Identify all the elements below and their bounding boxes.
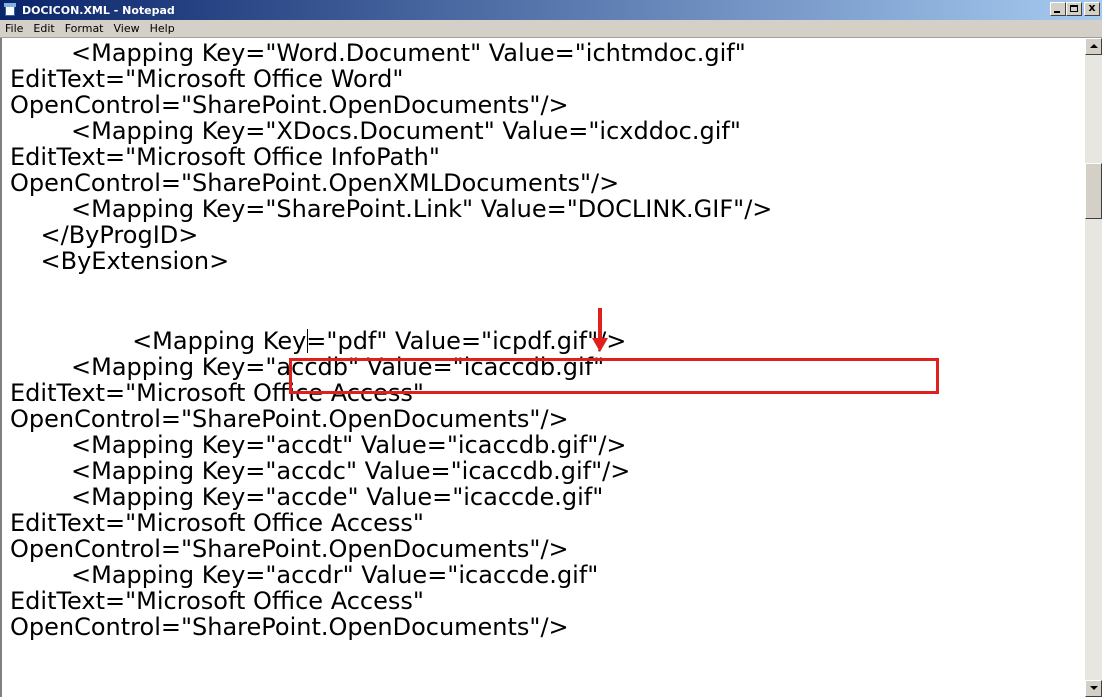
text-line: <Mapping Key="accdr" Value="icaccde.gif" — [10, 561, 599, 589]
text-line: <ByExtension> — [10, 247, 230, 275]
text-line: OpenControl="SharePoint.OpenXMLDocuments… — [10, 169, 620, 197]
text-line: <Mapping Key="SharePoint.Link" Value="DO… — [10, 195, 773, 223]
text-line: <Mapping Key="accdc" Value="icaccdb.gif"… — [10, 457, 631, 485]
scroll-up-arrow-icon — [1090, 44, 1098, 48]
text-line: OpenControl="SharePoint.OpenDocuments"/> — [10, 613, 569, 641]
caption-buttons: x — [1050, 1, 1100, 16]
text-line: OpenControl="SharePoint.OpenDocuments"/> — [10, 91, 569, 119]
text-line: </ByProgID> — [10, 221, 199, 249]
notepad-window: DOCICON.XML - Notepad x File Edit Format… — [0, 0, 1102, 697]
text-line: <Mapping Key="accdt" Value="icaccdb.gif"… — [10, 431, 627, 459]
highlighted-text-line: <Mapping Key="pdf" Value="icpdf.gif"/> — [10, 327, 627, 355]
text-line: <Mapping Key="XDocs.Document" Value="icx… — [10, 117, 741, 145]
menu-bar: File Edit Format View Help — [0, 20, 1102, 38]
text-line: EditText="Microsoft Office Access" — [10, 587, 424, 615]
maximize-icon — [1070, 5, 1078, 12]
menu-help[interactable]: Help — [145, 22, 180, 35]
minimize-icon — [1054, 11, 1060, 13]
close-icon: x — [1088, 1, 1096, 14]
text-line: EditText="Microsoft Office Word" — [10, 65, 404, 93]
scroll-up-button[interactable] — [1085, 38, 1102, 55]
down-arrow-icon — [592, 308, 608, 354]
menu-format[interactable]: Format — [60, 22, 109, 35]
title-bar[interactable]: DOCICON.XML - Notepad x — [0, 0, 1102, 20]
menu-file[interactable]: File — [0, 22, 28, 35]
close-button[interactable]: x — [1084, 1, 1100, 16]
text-line: OpenControl="SharePoint.OpenDocuments"/> — [10, 535, 569, 563]
text-editor[interactable]: <Mapping Key="Word.Document" Value="icht… — [0, 38, 1085, 697]
menu-edit[interactable]: Edit — [28, 22, 59, 35]
highlight-box — [289, 358, 939, 394]
text-line: EditText="Microsoft Office InfoPath" — [10, 143, 440, 171]
maximize-button[interactable] — [1066, 2, 1082, 16]
text-caret — [307, 329, 308, 353]
scrollbar-thumb[interactable] — [1085, 163, 1102, 219]
text-line: EditText="Microsoft Office Access" — [10, 509, 424, 537]
window-title: DOCICON.XML - Notepad — [22, 3, 175, 17]
notepad-icon[interactable] — [4, 3, 18, 17]
minimize-button[interactable] — [1050, 2, 1066, 16]
text-line: <Mapping Key="Word.Document" Value="icht… — [10, 39, 746, 67]
scroll-down-button[interactable] — [1085, 680, 1102, 697]
text-line: OpenControl="SharePoint.OpenDocuments"/> — [10, 405, 569, 433]
menu-view[interactable]: View — [109, 22, 145, 35]
text-line: <Mapping Key="accde" Value="icaccde.gif" — [10, 483, 604, 511]
scroll-down-arrow-icon — [1090, 686, 1098, 690]
vertical-scrollbar[interactable] — [1085, 38, 1102, 697]
